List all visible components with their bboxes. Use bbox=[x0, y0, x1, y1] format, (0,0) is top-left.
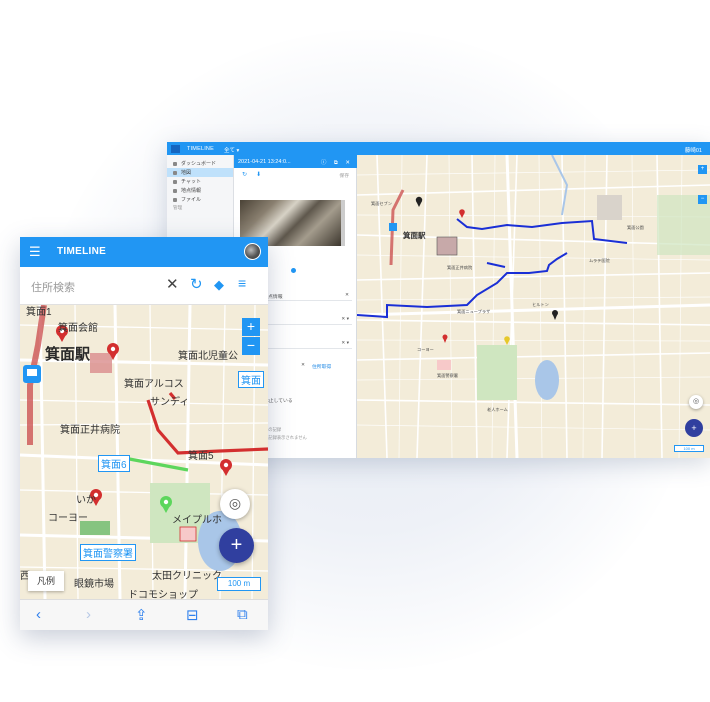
pin-icon bbox=[173, 188, 177, 193]
desktop-topbar: TIMELINE 全て ▾ 藤崎01 bbox=[167, 142, 710, 155]
detail-panel-header: 2021-04-21 13:24:0... ⓘ ⧉ ✕ bbox=[234, 155, 357, 168]
map-label: 箕面正井病院 bbox=[60, 425, 120, 436]
refresh-icon[interactable]: ↻ bbox=[190, 275, 203, 293]
note-text: の記録表示されません bbox=[264, 435, 307, 440]
detail-panel-actions[interactable]: ⓘ ⧉ ✕ bbox=[321, 158, 353, 167]
mobile-window: ☰ TIMELINE 住所検索 ✕ ↻ ◆ ≡ 箕面1 箕面会館 箕面駅 箕面北… bbox=[20, 237, 268, 630]
detail-panel-title: 2021-04-21 13:24:0... bbox=[238, 159, 291, 165]
map-label: ドコモショップ bbox=[128, 590, 198, 599]
map-label: 太田クリニック bbox=[152, 571, 222, 582]
clear-dropdown-icon[interactable]: ✕ ▾ bbox=[341, 317, 349, 322]
map-label: 箕面北児童公 bbox=[178, 351, 238, 362]
map-label: コーヨー bbox=[417, 347, 434, 352]
map-label: 箕面ニュープラザ bbox=[457, 309, 491, 314]
sidebar-item-label: ダッシュボード bbox=[181, 161, 217, 167]
sidebar-item-dashboard[interactable]: ダッシュボード bbox=[167, 159, 233, 168]
map-label: 箕面正井病院 bbox=[447, 265, 473, 270]
map-label: いか bbox=[76, 495, 96, 506]
download-icon[interactable]: ⬇ bbox=[256, 171, 261, 178]
add-fab-button[interactable]: + bbox=[685, 419, 703, 437]
map-label: ムラテ医院 bbox=[589, 258, 610, 263]
sidebar-item-label: チャット bbox=[181, 179, 201, 185]
map-label-area: 箕面 bbox=[238, 371, 264, 388]
mobile-map[interactable]: 箕面1 箕面会館 箕面駅 箕面北児童公 箕面アルコス サンディ 箕面正井病院 箕… bbox=[20, 305, 268, 599]
filter-icon[interactable]: ≡ bbox=[238, 275, 246, 291]
tabs-icon[interactable]: ⧉ bbox=[237, 606, 248, 623]
map-label: 箕面5 bbox=[188, 451, 214, 462]
clear-dropdown-icon[interactable]: ✕ ▾ bbox=[341, 341, 349, 346]
map-label: 老人ホーム bbox=[487, 407, 508, 412]
map-scale: 100 m bbox=[217, 577, 261, 591]
carousel-indicator[interactable] bbox=[291, 268, 296, 273]
map-label: 箕面公園 bbox=[627, 225, 644, 230]
forward-icon[interactable]: › bbox=[86, 606, 91, 623]
zoom-in-button[interactable]: + bbox=[698, 165, 707, 174]
desktop-map[interactable]: 箕面駅 箕面セブン 箕面ニュープラザ ムラテ医院 ヒルトン コーヨー 箕面警察署… bbox=[357, 155, 710, 458]
zoom-out-button[interactable]: − bbox=[242, 337, 260, 355]
sidebar-item-places[interactable]: 地点情報 bbox=[167, 186, 233, 195]
map-icon bbox=[173, 170, 177, 175]
detail-panel-toolbar: ↻ ⬇ 保存 bbox=[234, 169, 357, 181]
browser-toolbar: ‹ › ⇪ ⊟ ⧉ bbox=[20, 599, 268, 630]
refresh-icon[interactable]: ↻ bbox=[242, 171, 247, 178]
clear-icon[interactable]: ✕ bbox=[166, 275, 179, 293]
layers-icon[interactable]: ◆ bbox=[214, 277, 224, 293]
desktop-app-title: TIMELINE bbox=[187, 146, 214, 152]
dashboard-icon bbox=[173, 161, 177, 166]
search-input[interactable]: 住所検索 bbox=[31, 279, 75, 295]
clear-icon[interactable]: ✕ bbox=[345, 293, 349, 298]
share-icon[interactable]: ⇪ bbox=[135, 606, 148, 624]
map-label: 箕面セブン bbox=[371, 201, 392, 206]
filter-dropdown[interactable]: 全て ▾ bbox=[224, 146, 239, 154]
legend-button[interactable]: 凡例 bbox=[28, 571, 64, 591]
locate-button[interactable]: ◎ bbox=[220, 489, 250, 519]
folder-icon bbox=[173, 197, 177, 202]
sidebar-item-map[interactable]: 地図 bbox=[167, 168, 233, 177]
hamburger-menu-icon[interactable]: ☰ bbox=[29, 245, 42, 258]
avatar[interactable] bbox=[244, 243, 261, 260]
search-bar: 住所検索 ✕ ↻ ◆ ≡ bbox=[20, 267, 268, 305]
sidebar-section-label: 管理 bbox=[173, 205, 183, 210]
chat-icon bbox=[173, 179, 177, 184]
status-text: 休止している bbox=[264, 399, 293, 404]
map-label: 眼鏡市場 bbox=[74, 579, 114, 590]
map-label: サンディ bbox=[150, 397, 190, 408]
get-address-link[interactable]: 住所取得 bbox=[312, 363, 331, 370]
zoom-out-button[interactable]: − bbox=[698, 195, 707, 204]
map-label: メイプルホ bbox=[172, 515, 222, 526]
back-icon[interactable]: ‹ bbox=[36, 606, 41, 623]
bookmarks-icon[interactable]: ⊟ bbox=[186, 606, 199, 624]
mobile-app-title: TIMELINE bbox=[57, 246, 107, 257]
map-label-station: 箕面駅 bbox=[45, 346, 91, 363]
map-label: 箕面1 bbox=[26, 307, 52, 318]
sidebar-item-label: 地点情報 bbox=[181, 188, 202, 194]
map-label-area: 箕面6 bbox=[98, 455, 130, 472]
save-button[interactable]: 保存 bbox=[339, 172, 349, 179]
map-label: コーヨー bbox=[48, 513, 88, 524]
sidebar-item-files[interactable]: ファイル bbox=[167, 195, 233, 204]
locate-button[interactable]: ◎ bbox=[689, 395, 703, 409]
mobile-topbar: ☰ TIMELINE bbox=[20, 237, 268, 267]
sidebar-item-chat[interactable]: チャット bbox=[167, 177, 233, 186]
map-label: 箕面会館 bbox=[58, 323, 98, 334]
zoom-in-button[interactable]: + bbox=[242, 318, 260, 336]
map-label-area: 箕面警察署 bbox=[80, 544, 136, 561]
map-label: ヒルトン bbox=[532, 302, 549, 307]
map-label: 箕面警察署 bbox=[437, 373, 458, 378]
add-fab-button[interactable]: + bbox=[219, 528, 254, 563]
map-scale: 100 m bbox=[674, 445, 704, 452]
sidebar-item-label: ファイル bbox=[181, 197, 202, 203]
user-menu[interactable]: 藤崎01 bbox=[685, 146, 702, 154]
app-logo[interactable] bbox=[171, 145, 180, 153]
sidebar-item-label: 地図 bbox=[181, 170, 192, 176]
clear-icon[interactable]: ✕ bbox=[301, 363, 305, 368]
map-label: 箕面アルコス bbox=[124, 379, 184, 390]
map-label-station: 箕面駅 bbox=[403, 231, 426, 240]
